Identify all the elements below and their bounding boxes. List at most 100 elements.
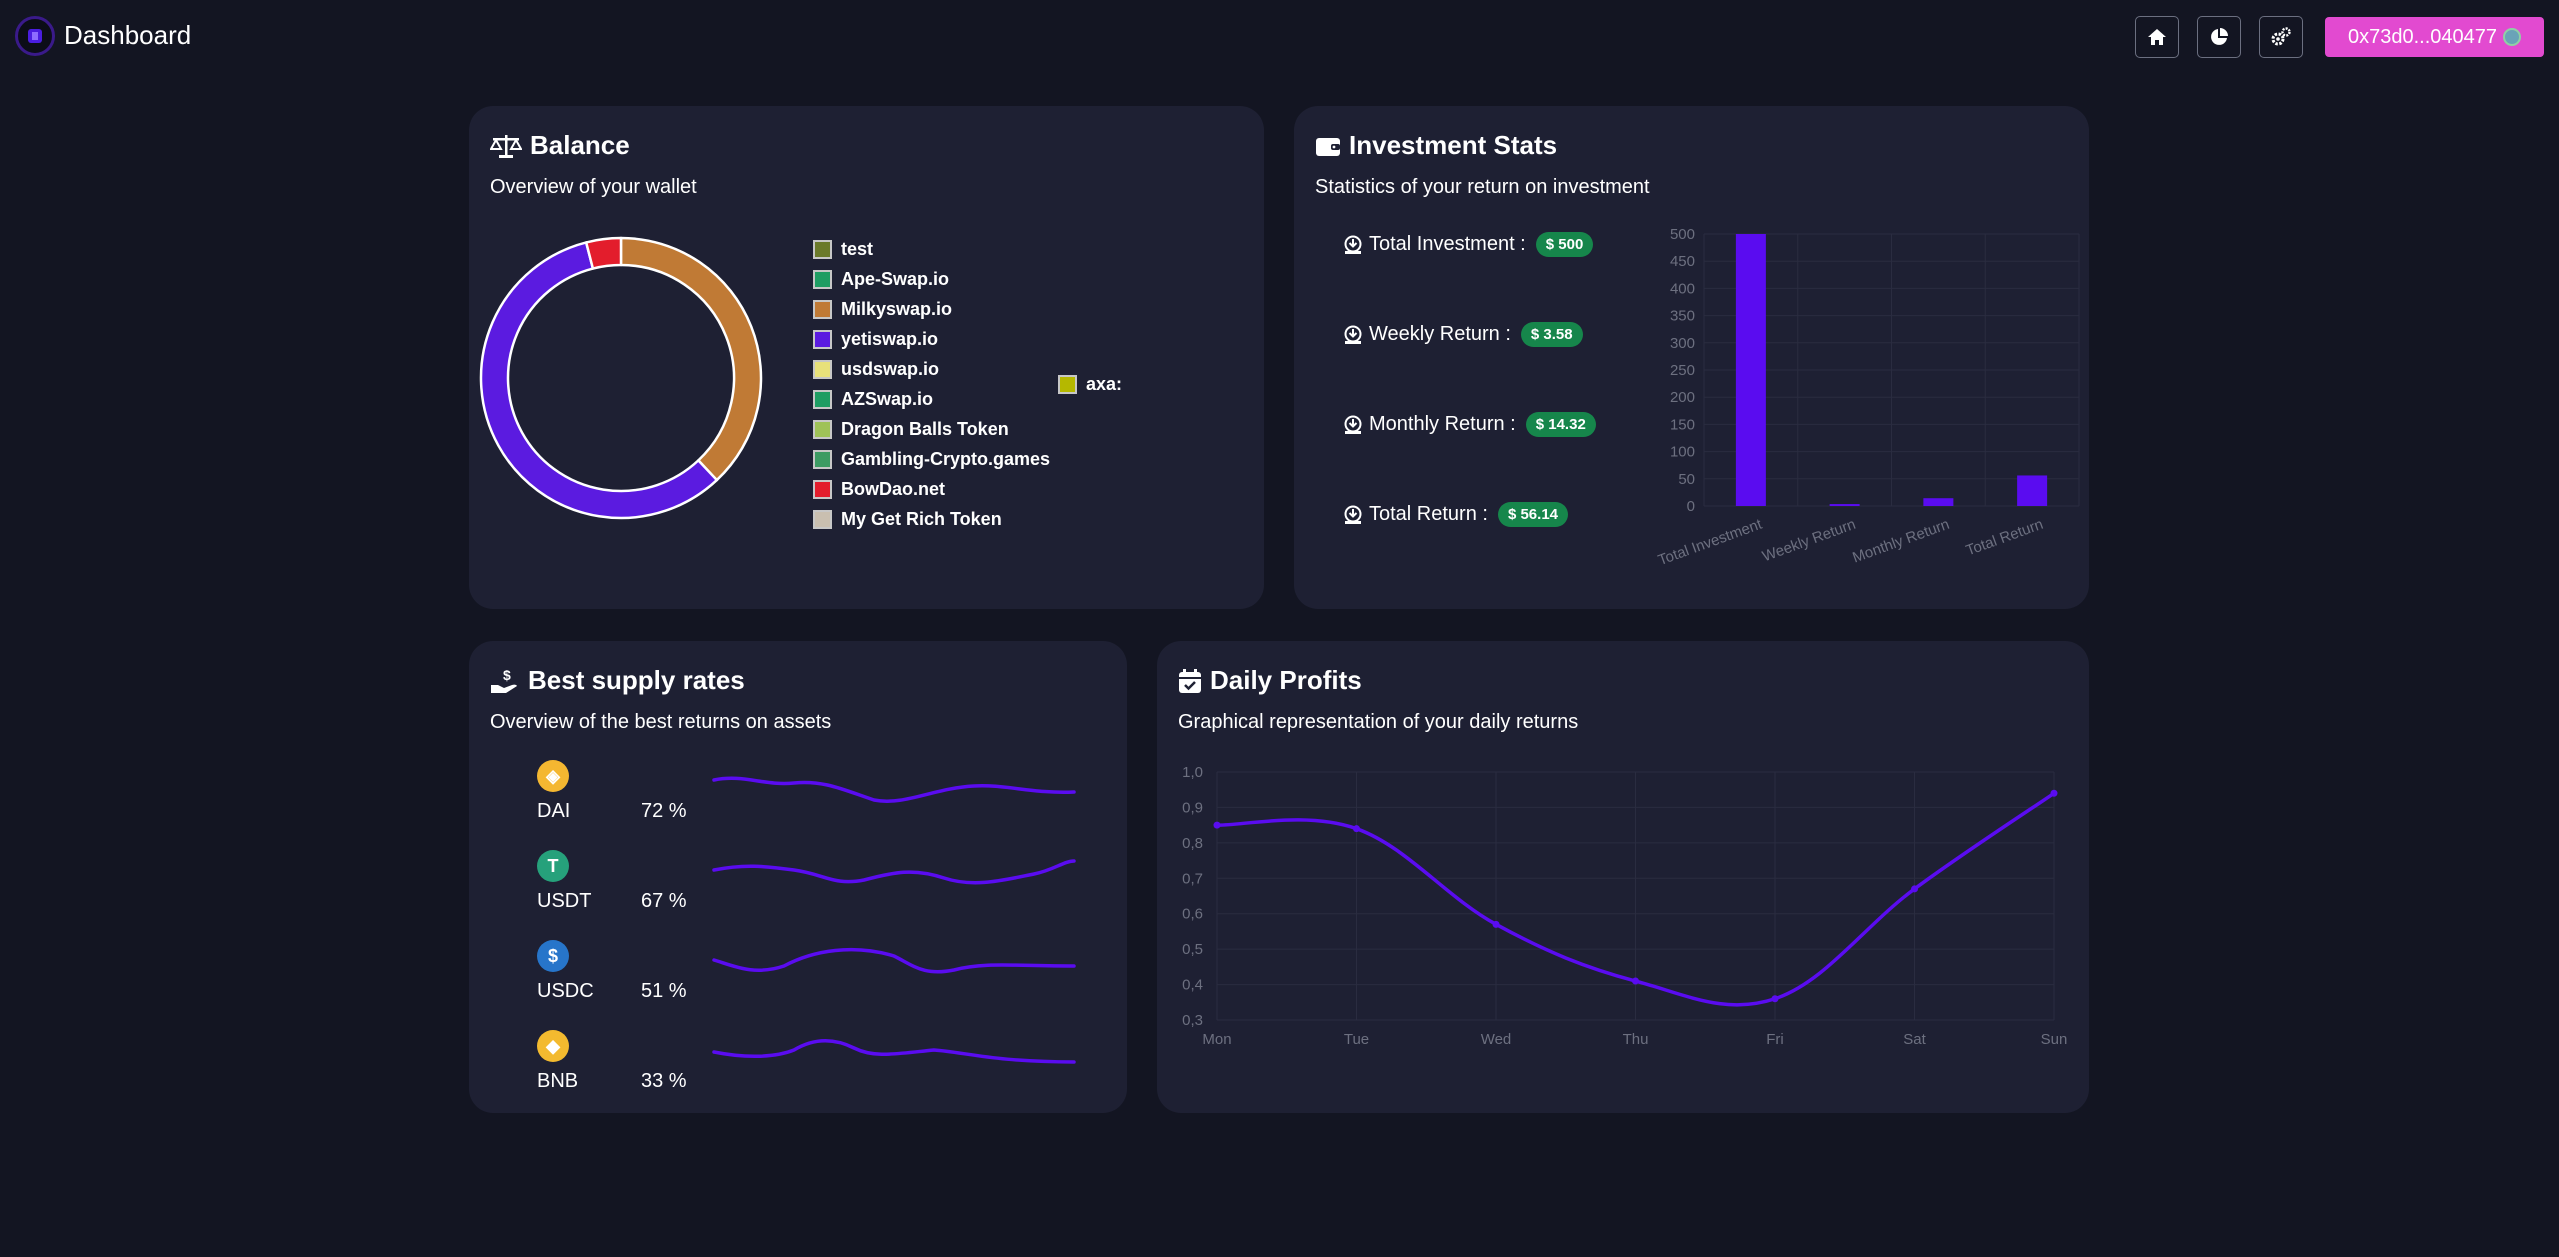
- y-tick-label: 0,9: [1182, 799, 1203, 816]
- legend-label: Ape-Swap.io: [841, 268, 950, 289]
- legend-item-usdswap-io[interactable]: usdswap.io: [813, 354, 1050, 384]
- wallet-address-button[interactable]: 0x73d0...040477: [2325, 17, 2544, 57]
- bar-weekly-return[interactable]: [1829, 504, 1860, 506]
- legend-item-gambling-crypto-games[interactable]: Gambling-Crypto.games: [813, 444, 1050, 474]
- sparkline-chart: [712, 947, 1076, 974]
- stat-value-badge: $ 3.58: [1520, 322, 1583, 347]
- y-tick-label: 500: [1670, 226, 1695, 243]
- data-point-thu[interactable]: [1632, 977, 1639, 985]
- legend-swatch: [813, 269, 832, 289]
- legend-swatch: [813, 449, 832, 469]
- legend-item-yetiswap-io[interactable]: yetiswap.io: [813, 324, 1050, 354]
- download-icon: [1344, 325, 1362, 344]
- sparkline-path: [712, 776, 1076, 803]
- download-icon: [1344, 415, 1362, 434]
- bnb-coin-icon: ◆: [537, 1030, 569, 1062]
- doughnut-slice-milkyswap-io[interactable]: [619, 236, 763, 482]
- daily-profits-line-chart: 0,3 0,4 0,5 0,6 0,7 0,8 0,9 1,0 Mon Tue Wed Thu Fri S…: [1182, 764, 2067, 1048]
- supply-subtitle: Overview of the best returns on assets: [490, 711, 832, 733]
- x-tick-label: Monthly Return: [1850, 516, 1951, 567]
- legend-item-test[interactable]: test: [813, 234, 1050, 264]
- legend-swatch: [813, 359, 832, 379]
- balance-legend: test Ape-Swap.io Milkyswap.io yetiswap.io us…: [813, 234, 1050, 534]
- balance-doughnut-chart: [479, 236, 763, 520]
- supply-title: Best supply rates: [528, 665, 745, 695]
- sparkline-chart: [712, 859, 1076, 885]
- settings-button[interactable]: [2259, 16, 2303, 58]
- asset-name: DAI: [537, 800, 571, 822]
- legend-swatch: [813, 389, 832, 409]
- legend-label: My Get Rich Token: [841, 508, 1002, 529]
- legend-swatch: [813, 509, 832, 529]
- legend-item-bowdao-net[interactable]: BowDao.net: [813, 474, 1050, 504]
- legend-label: Milkyswap.io: [841, 298, 953, 319]
- data-point-tue[interactable]: [1353, 825, 1360, 833]
- data-point-sat[interactable]: [1911, 885, 1918, 893]
- app-logo-icon[interactable]: [15, 16, 55, 56]
- x-tick-label: Tue: [1344, 1031, 1369, 1048]
- asset-name: USDC: [537, 980, 594, 1002]
- data-point-mon[interactable]: [1213, 821, 1221, 829]
- daily-profits-card: Daily Profits Graphical representation o…: [1157, 641, 2089, 1113]
- stat-value-badge: $ 500: [1535, 232, 1594, 257]
- stat-value-badge: $ 14.32: [1525, 412, 1596, 437]
- data-point-fri[interactable]: [1771, 995, 1779, 1003]
- y-tick-label: 0,3: [1182, 1012, 1203, 1029]
- bar-total-investment[interactable]: [1735, 234, 1766, 506]
- top-bar: Dashboard 0x73d0...040477: [0, 0, 2559, 72]
- sparkline-path: [712, 947, 1076, 974]
- legend-label: Dragon Balls Token: [841, 418, 1009, 439]
- hand-holding-dollar-icon: $: [491, 667, 517, 693]
- legend-item-axa[interactable]: axa:: [1058, 374, 1148, 395]
- legend-label: Gambling-Crypto.games: [841, 448, 1051, 469]
- data-point-sun[interactable]: [2050, 789, 2058, 797]
- x-tick-label: Thu: [1623, 1031, 1649, 1048]
- portfolio-button[interactable]: [2197, 16, 2241, 58]
- y-tick-label: 150: [1670, 416, 1695, 433]
- asset-rate: 51 %: [641, 980, 687, 1002]
- supply-asset-row[interactable]: T USDT 67 %: [537, 850, 1076, 930]
- home-button[interactable]: [2135, 16, 2179, 58]
- y-tick-label: 0,4: [1182, 977, 1203, 994]
- x-tick-label: Sat: [1903, 1031, 1926, 1048]
- sparkline-path: [712, 1039, 1076, 1064]
- bar-monthly-return[interactable]: [1923, 498, 1954, 506]
- stat-row: Total Investment : $ 500: [1343, 232, 1594, 257]
- supply-asset-row[interactable]: ◈ DAI 72 %: [537, 760, 1076, 840]
- legend-swatch: [813, 239, 832, 259]
- stat-row: Monthly Return : $ 14.32: [1343, 412, 1596, 437]
- doughnut-slice-bowdao-net[interactable]: [584, 236, 623, 270]
- sparkline-chart: [712, 1039, 1076, 1064]
- bar-total-return[interactable]: [2017, 475, 2048, 506]
- download-icon: [1344, 235, 1362, 254]
- balance-card: Balance Overview of your wallet test Ape-…: [469, 106, 1264, 609]
- balance-title: Balance: [530, 130, 630, 160]
- sparkline-path: [712, 859, 1076, 885]
- legend-item-my-get-rich-token[interactable]: My Get Rich Token: [813, 504, 1050, 534]
- investment-title: Investment Stats: [1349, 130, 1558, 160]
- wallet-icon: [1316, 137, 1340, 156]
- y-tick-label: 250: [1670, 362, 1695, 379]
- supply-asset-row[interactable]: ◆ BNB 33 %: [537, 1030, 1076, 1110]
- legend-item-azswap-io[interactable]: AZSwap.io: [813, 384, 1050, 414]
- legend-label: BowDao.net: [841, 478, 946, 499]
- legend-label: yetiswap.io: [841, 328, 939, 349]
- settings-icon: [2271, 27, 2291, 46]
- legend-item-milkyswap-io[interactable]: Milkyswap.io: [813, 294, 1050, 324]
- legend-label: AZSwap.io: [841, 388, 934, 409]
- stat-row: Weekly Return : $ 3.58: [1343, 322, 1583, 347]
- y-tick-label: 0,8: [1182, 835, 1203, 852]
- y-tick-label: 0,7: [1182, 870, 1203, 887]
- legend-item-dragon-balls-token[interactable]: Dragon Balls Token: [813, 414, 1050, 444]
- investment-bar-chart: 0 50 100 150 200 250 300 350 400 450 500 Total Inve…: [1656, 226, 2080, 569]
- app-title: Dashboard: [64, 20, 192, 50]
- investment-subtitle: Statistics of your return on investment: [1315, 176, 1650, 198]
- legend-item-ape-swap-io[interactable]: Ape-Swap.io: [813, 264, 1050, 294]
- pie-chart-icon: [2211, 28, 2228, 45]
- supply-asset-row[interactable]: $ USDC 51 %: [537, 940, 1076, 1020]
- y-tick-label: 0: [1687, 498, 1695, 515]
- asset-rate: 33 %: [641, 1070, 687, 1092]
- legend-label: test: [841, 238, 874, 259]
- data-point-wed[interactable]: [1492, 920, 1500, 928]
- usdc-coin-icon: $: [537, 940, 569, 972]
